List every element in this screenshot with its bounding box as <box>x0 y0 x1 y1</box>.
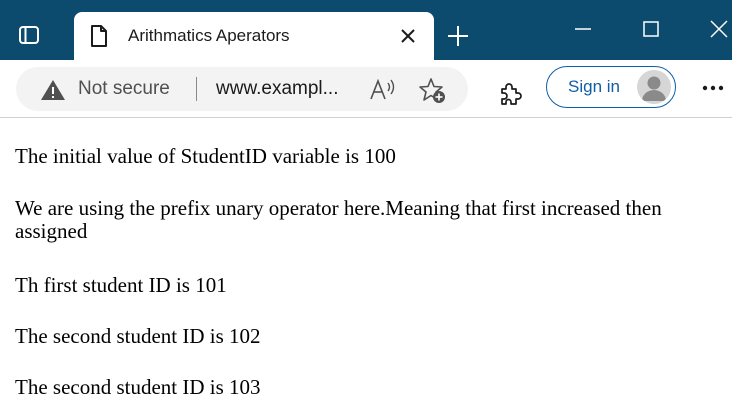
tab-close-icon[interactable] <box>398 26 418 46</box>
text-line-prefix-operator: We are using the prefix unary operator h… <box>15 196 662 243</box>
text-line-second-student: The second student ID is 102 <box>15 324 261 348</box>
user-avatar-icon <box>642 76 666 101</box>
more-options-icon[interactable] <box>700 80 726 96</box>
url-text[interactable]: www.exampl... <box>216 78 338 100</box>
address-bar[interactable]: Not secure www.exampl... <box>16 67 468 111</box>
browser-toolbar: Not secure www.exampl... Sign in <box>0 60 732 118</box>
page-icon <box>91 25 107 47</box>
tab-actions-icon <box>19 26 39 44</box>
add-favorite-icon[interactable] <box>418 77 448 105</box>
sign-in-button[interactable]: Sign in <box>546 66 676 108</box>
window-close-icon[interactable] <box>708 18 730 40</box>
sign-in-label: Sign in <box>568 77 620 96</box>
address-separator <box>196 77 197 101</box>
new-tab-icon[interactable] <box>446 24 470 48</box>
tab-active[interactable]: Arithmatics Aperators <box>74 12 434 60</box>
avatar <box>637 70 671 104</box>
text-line-third-student: The second student ID is 103 <box>15 375 261 399</box>
maximize-icon[interactable] <box>640 18 662 40</box>
tab-title: Arithmatics Aperators <box>128 26 290 45</box>
extensions-icon[interactable] <box>496 80 524 108</box>
text-line-first-student: Th first student ID is 101 <box>15 273 227 297</box>
minimize-icon[interactable] <box>572 18 594 40</box>
page-content: The initial value of StudentID variable … <box>0 118 732 418</box>
browser-titlebar: Arithmatics Aperators <box>0 0 732 60</box>
warning-icon[interactable] <box>40 78 66 102</box>
tab-actions-button[interactable] <box>14 20 44 50</box>
security-label[interactable]: Not secure <box>78 78 170 100</box>
text-line-initial-value: The initial value of StudentID variable … <box>15 144 396 168</box>
read-aloud-icon[interactable] <box>368 77 398 103</box>
